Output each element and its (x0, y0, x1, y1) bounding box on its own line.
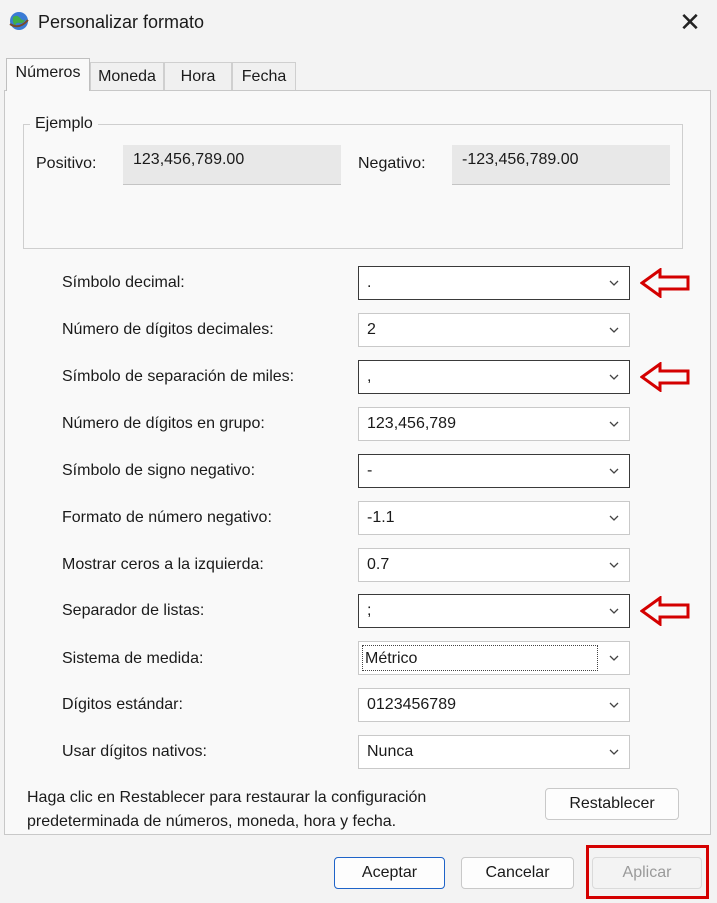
leading-zeros-label: Mostrar ceros a la izquierda: (62, 556, 264, 573)
combo-value: 0.7 (367, 556, 390, 573)
list-separator-combo[interactable]: ; (358, 594, 630, 628)
standard-digits-label: Dígitos estándar: (62, 696, 183, 713)
globe-icon (8, 10, 30, 32)
chevron-down-icon (609, 468, 619, 474)
annotation-arrow-left-icon (640, 268, 690, 298)
close-button[interactable]: ✕ (674, 6, 706, 38)
annotation-arrow-left-icon (640, 596, 690, 626)
list-separator-label: Separador de listas: (62, 602, 205, 619)
combo-value: , (367, 368, 372, 385)
native-digits-label: Usar dígitos nativos: (62, 743, 207, 760)
combo-value: -1.1 (367, 509, 395, 526)
tab-moneda[interactable]: Moneda (90, 62, 164, 90)
measurement-system-combo[interactable]: Métrico (358, 641, 630, 675)
chevron-down-icon (609, 280, 619, 286)
chevron-down-icon (609, 562, 619, 568)
digit-grouping-combo[interactable]: 123,456,789 (358, 407, 630, 441)
combo-value: ; (367, 602, 372, 619)
example-group (23, 124, 683, 249)
positive-example-value: 123,456,789.00 (123, 145, 341, 185)
chevron-down-icon (609, 515, 619, 521)
chevron-down-icon (609, 374, 619, 380)
combo-value: 0123456789 (367, 696, 456, 713)
decimal-digits-label: Número de dígitos decimales: (62, 321, 274, 338)
annotation-highlight-box (586, 845, 709, 899)
digit-grouping-label: Número de dígitos en grupo: (62, 415, 265, 432)
reset-button[interactable]: Restablecer (545, 788, 679, 820)
native-digits-combo[interactable]: Nunca (358, 735, 630, 769)
chevron-down-icon (609, 749, 619, 755)
negative-example-value: -123,456,789.00 (452, 145, 670, 185)
negative-sign-combo[interactable]: - (358, 454, 630, 488)
ok-button[interactable]: Aceptar (334, 857, 445, 889)
thousands-separator-combo[interactable]: , (358, 360, 630, 394)
negative-format-label: Formato de número negativo: (62, 509, 272, 526)
example-group-title: Ejemplo (30, 115, 98, 133)
combo-value: - (367, 462, 373, 479)
close-icon: ✕ (679, 7, 701, 37)
negative-label: Negativo: (358, 155, 426, 172)
combo-value: 123,456,789 (367, 415, 456, 432)
tab-numeros[interactable]: Números (6, 58, 90, 91)
chevron-down-icon (609, 702, 619, 708)
tab-fecha[interactable]: Fecha (232, 62, 296, 90)
chevron-down-icon (609, 327, 619, 333)
chevron-down-icon (609, 655, 619, 661)
combo-value: . (367, 274, 372, 291)
decimal-symbol-combo[interactable]: . (358, 266, 630, 300)
decimal-digits-combo[interactable]: 2 (358, 313, 630, 347)
decimal-symbol-label: Símbolo decimal: (62, 274, 185, 291)
chevron-down-icon (609, 421, 619, 427)
thousands-separator-label: Símbolo de separación de miles: (62, 368, 295, 385)
tab-hora[interactable]: Hora (164, 62, 232, 90)
leading-zeros-combo[interactable]: 0.7 (358, 548, 630, 582)
negative-sign-label: Símbolo de signo negativo: (62, 462, 256, 479)
combo-value: Métrico (362, 645, 598, 671)
combo-value: 2 (367, 321, 376, 338)
measurement-system-label: Sistema de medida: (62, 650, 204, 667)
combo-value: Nunca (367, 743, 414, 760)
standard-digits-combo[interactable]: 0123456789 (358, 688, 630, 722)
annotation-arrow-left-icon (640, 362, 690, 392)
chevron-down-icon (609, 608, 619, 614)
cancel-button[interactable]: Cancelar (461, 857, 574, 889)
positive-label: Positivo: (36, 155, 97, 172)
window-title: Personalizar formato (38, 12, 205, 32)
reset-info-text: Haga clic en Restablecer para restaurar … (27, 789, 427, 830)
negative-format-combo[interactable]: -1.1 (358, 501, 630, 535)
